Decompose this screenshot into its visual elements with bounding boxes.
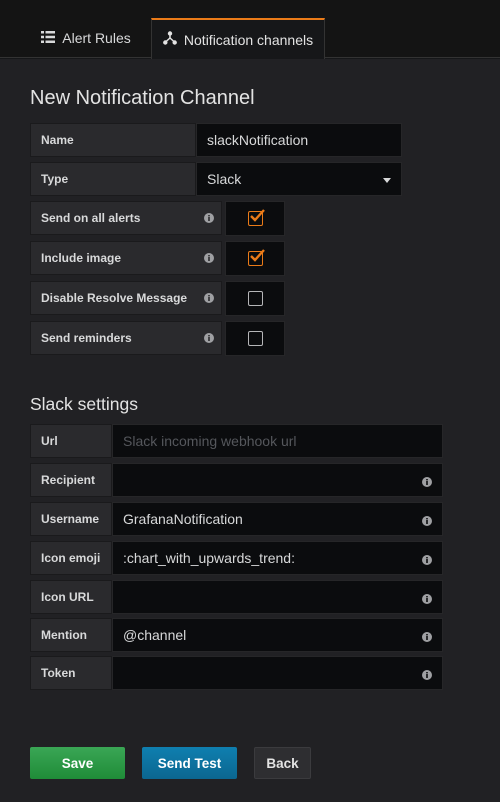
send-reminders-checkbox[interactable]	[225, 321, 285, 356]
icon-emoji-label: Icon emoji	[30, 541, 112, 575]
info-icon[interactable]	[204, 332, 214, 346]
name-label: Name	[30, 123, 196, 157]
name-value: slackNotification	[207, 132, 309, 148]
checkbox-unchecked-icon	[247, 331, 263, 346]
checkbox-checked-icon	[247, 209, 265, 226]
url-input[interactable]: Slack incoming webhook url	[112, 424, 443, 458]
disable-resolve-message-label: Disable Resolve Message	[30, 281, 222, 315]
page-title: New Notification Channel	[30, 87, 255, 109]
option-label: Send reminders	[41, 331, 132, 345]
token-input[interactable]	[112, 656, 443, 690]
checkbox-checked-icon	[247, 249, 265, 266]
share-nodes-icon	[163, 31, 184, 48]
include-image-checkbox[interactable]	[225, 241, 285, 276]
option-label: Send on all alerts	[41, 211, 141, 225]
tab-alert-rules[interactable]: Alert Rules	[30, 18, 142, 58]
save-button[interactable]: Save	[30, 747, 125, 779]
icon-url-input[interactable]	[112, 580, 443, 614]
mention-label: Mention	[30, 618, 112, 652]
info-icon[interactable]	[204, 212, 214, 226]
type-label: Type	[30, 162, 196, 196]
name-input[interactable]: slackNotification	[196, 123, 402, 157]
url-label: Url	[30, 424, 112, 458]
type-select[interactable]: Slack	[196, 162, 402, 196]
url-placeholder: Slack incoming webhook url	[123, 433, 297, 449]
recipient-label: Recipient	[30, 463, 112, 497]
info-icon[interactable]	[422, 474, 432, 490]
icon-emoji-label-text: Icon emoji	[41, 551, 101, 565]
send-on-all-alerts-checkbox[interactable]	[225, 201, 285, 236]
mention-label-text: Mention	[41, 628, 87, 642]
option-label: Include image	[41, 251, 122, 265]
slack-settings-title: Slack settings	[30, 394, 138, 414]
main-panel: New Notification Channel Name slackNotif…	[0, 59, 500, 802]
disable-resolve-message-checkbox[interactable]	[225, 281, 285, 316]
icon-url-label-text: Icon URL	[41, 590, 94, 604]
username-value: GrafanaNotification	[123, 511, 243, 527]
send-reminders-label: Send reminders	[30, 321, 222, 355]
send-on-all-alerts-label: Send on all alerts	[30, 201, 222, 235]
option-label: Disable Resolve Message	[41, 291, 188, 305]
icon-emoji-input[interactable]: :chart_with_upwards_trend:	[112, 541, 443, 575]
list-icon	[41, 30, 62, 46]
type-value: Slack	[207, 171, 242, 187]
url-label-text: Url	[41, 434, 58, 448]
username-label-text: Username	[41, 512, 100, 526]
info-icon[interactable]	[422, 667, 432, 683]
recipient-input[interactable]	[112, 463, 443, 497]
info-icon[interactable]	[422, 552, 432, 568]
info-icon[interactable]	[204, 252, 214, 266]
icon-emoji-value: :chart_with_upwards_trend:	[123, 550, 295, 566]
info-icon[interactable]	[204, 292, 214, 306]
username-input[interactable]: GrafanaNotification	[112, 502, 443, 536]
info-icon[interactable]	[422, 591, 432, 607]
name-label-text: Name	[41, 133, 74, 147]
info-icon[interactable]	[422, 513, 432, 529]
tab-label: Alert Rules	[62, 30, 131, 46]
send-test-button[interactable]: Send Test	[142, 747, 237, 779]
checkbox-unchecked-icon	[247, 291, 263, 306]
token-label: Token	[30, 656, 112, 690]
tab-label: Notification channels	[183, 31, 314, 48]
mention-input[interactable]: @channel	[112, 618, 443, 652]
token-label-text: Token	[41, 666, 76, 680]
tab-bar: Alert Rules Notification channels	[0, 0, 500, 59]
icon-url-label: Icon URL	[30, 580, 112, 614]
include-image-label: Include image	[30, 241, 222, 275]
username-label: Username	[30, 502, 112, 536]
tab-notification-channels[interactable]: Notification channels	[151, 18, 325, 59]
info-icon[interactable]	[422, 629, 432, 645]
mention-value: @channel	[123, 627, 187, 643]
caret-down-icon	[383, 178, 391, 183]
type-label-text: Type	[41, 172, 69, 186]
back-button[interactable]: Back	[254, 747, 311, 779]
recipient-label-text: Recipient	[41, 473, 96, 487]
